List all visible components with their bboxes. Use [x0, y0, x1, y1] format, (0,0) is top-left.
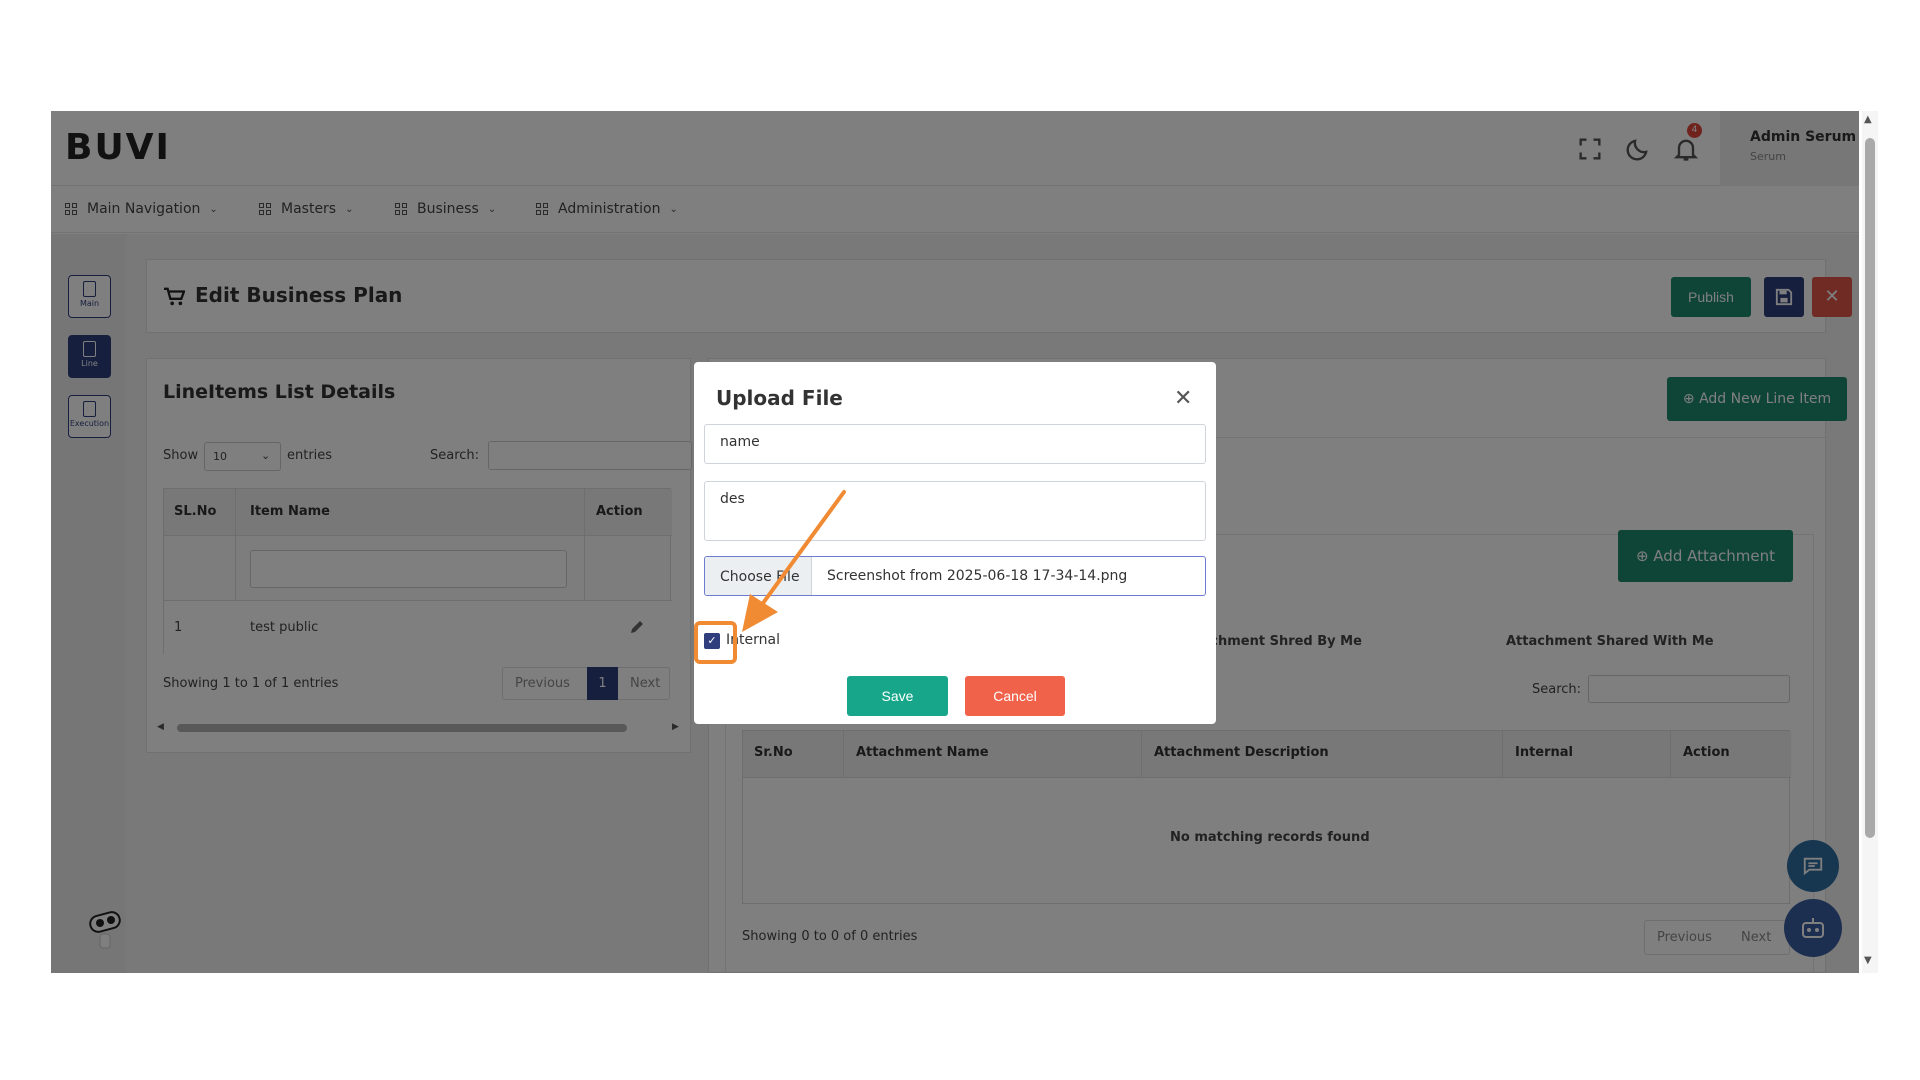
- selected-file-name: Screenshot from 2025-06-18 17-34-14.png: [827, 568, 1128, 584]
- page-scrollbar-thumb[interactable]: [1865, 138, 1875, 838]
- annotation-arrow-icon: [742, 490, 846, 632]
- file-name-input[interactable]: name: [704, 424, 1206, 464]
- cancel-button[interactable]: Cancel: [965, 676, 1065, 716]
- scroll-up-arrow-icon[interactable]: ▲: [1864, 114, 1872, 125]
- save-button[interactable]: Save: [847, 676, 948, 716]
- annotation-highlight-box: [694, 621, 737, 664]
- scroll-down-arrow-icon[interactable]: ▼: [1864, 955, 1872, 966]
- modal-title: Upload File: [716, 386, 843, 410]
- app-window: BUVI 4 Admin Serum Serum Main Navigation…: [51, 111, 1859, 973]
- modal-close-icon[interactable]: ✕: [1174, 388, 1192, 410]
